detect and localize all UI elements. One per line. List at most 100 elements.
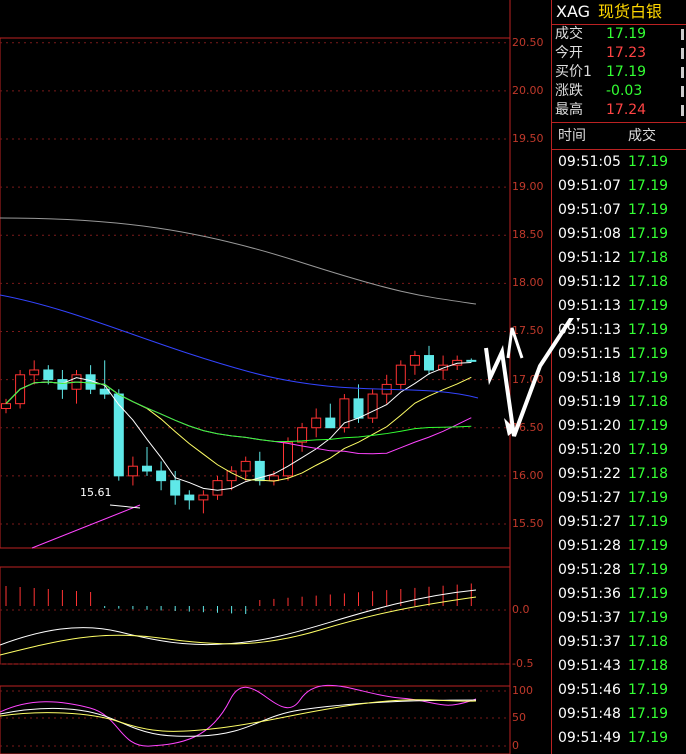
tick-price: 17.18 — [628, 250, 669, 266]
quote-label: 买价1 — [555, 64, 592, 80]
quote-row: 今开 17.23 — [552, 44, 686, 63]
tick-row: 09:51:49 17.19 — [552, 726, 686, 750]
symbol-title[interactable]: XAG 现货白银 — [552, 0, 686, 25]
kdj-tick-label: 0 — [512, 739, 519, 752]
ticks-header-time: 时间 — [558, 128, 586, 144]
candle-up — [198, 494, 209, 501]
tick-price: 17.19 — [628, 418, 669, 434]
tick-price: 17.19 — [628, 226, 669, 242]
candle-up — [29, 369, 40, 376]
tick-price: 17.19 — [628, 610, 669, 626]
tick-row: 09:51:28 17.19 — [552, 534, 686, 558]
candle-up — [1, 403, 11, 409]
tick-time: 09:51:12 — [558, 274, 621, 290]
tick-price: 17.19 — [628, 202, 669, 218]
quote-label: 最高 — [555, 102, 583, 118]
tick-price: 17.19 — [628, 154, 669, 170]
truncated-column-marker — [681, 67, 684, 78]
price-tick-label: 16.00 — [512, 468, 544, 482]
macd-tick-label: -0.5 — [512, 657, 534, 670]
tick-row: 09:51:07 17.19 — [552, 198, 686, 222]
tick-time: 09:51:05 — [558, 154, 621, 170]
ticks-header: 时间 成交 — [552, 122, 686, 150]
price-tick-label: 19.50 — [512, 132, 544, 146]
candle-down — [325, 417, 336, 429]
candle-down — [424, 355, 434, 371]
tick-row: 09:51:37 17.19 — [552, 606, 686, 630]
tick-price: 17.18 — [628, 274, 669, 290]
quote-row: 成交 17.19 — [552, 25, 686, 44]
tick-row: 09:51:28 17.19 — [552, 558, 686, 582]
tick-time: 09:51:27 — [558, 490, 621, 506]
ma10-line — [5, 376, 472, 482]
tick-row: 09:51:22 17.18 — [552, 462, 686, 486]
tick-time: 09:51:07 — [558, 178, 621, 194]
tick-row: 09:51:12 17.18 — [552, 270, 686, 294]
tick-time: 09:51:12 — [558, 250, 621, 266]
ma120-line — [0, 217, 477, 305]
tick-row: 09:51:48 17.19 — [552, 702, 686, 726]
candle-down — [353, 398, 364, 419]
tick-time: 09:51:43 — [558, 658, 621, 674]
truncated-column-marker — [681, 48, 684, 59]
tick-price: 17.19 — [628, 562, 669, 578]
ticks-list[interactable]: 09:51:05 17.19 09:51:07 17.19 09:51:07 17.19 0… — [552, 150, 686, 750]
tick-price: 17.19 — [628, 538, 669, 554]
tick-time: 09:51:08 — [558, 226, 621, 242]
quote-value: 17.19 — [606, 26, 647, 42]
tick-price: 17.19 — [628, 490, 669, 506]
candle-down — [57, 379, 68, 390]
quote-label: 涨跌 — [555, 83, 583, 99]
candle-up — [268, 475, 279, 482]
tick-time: 09:51:07 — [558, 202, 621, 218]
quote-value: 17.19 — [606, 64, 647, 80]
tick-price: 17.18 — [628, 658, 669, 674]
candle-down — [156, 470, 167, 482]
quote-row: 涨跌 -0.03 — [552, 82, 686, 101]
tick-time: 09:51:27 — [558, 514, 621, 530]
tick-row: 09:51:07 17.19 — [552, 174, 686, 198]
kdj-frame — [0, 685, 511, 754]
quote-label: 今开 — [555, 45, 583, 61]
tick-row: 09:51:08 17.19 — [552, 222, 686, 246]
kline-svg[interactable] — [0, 0, 551, 754]
tick-time: 09:51:46 — [558, 682, 621, 698]
tick-time: 09:51:20 — [558, 442, 621, 458]
candle-up — [297, 427, 308, 443]
macd-dif-line — [0, 589, 477, 646]
quote-label: 成交 — [555, 26, 583, 42]
ticks-header-price: 成交 — [628, 128, 656, 144]
truncated-column-marker — [681, 86, 684, 97]
quote-value: 17.23 — [606, 45, 647, 61]
tick-price: 17.19 — [628, 322, 669, 338]
price-tick-label: 20.50 — [512, 35, 544, 49]
tick-time: 09:51:36 — [558, 586, 621, 602]
tick-price: 17.19 — [628, 586, 669, 602]
tick-row: 09:51:05 17.19 — [552, 150, 686, 174]
macd-dea-line — [0, 596, 477, 656]
quote-row: 最高 17.24 — [552, 101, 686, 120]
tick-time: 09:51:49 — [558, 730, 621, 746]
quote-value: 17.24 — [606, 102, 647, 118]
macd-frame — [0, 566, 511, 665]
low-price-label: 15.61 — [80, 486, 112, 499]
tick-row: 09:51:13 17.19 — [552, 294, 686, 318]
candle-down — [170, 480, 181, 496]
kline-chart[interactable]: 20.50 20.00 19.50 19.00 18.50 18.00 17.50 17.00… — [0, 0, 551, 754]
candle-down — [142, 465, 152, 472]
trend-line — [31, 504, 141, 549]
tick-row: 09:51:12 17.18 — [552, 246, 686, 270]
candle-down — [466, 359, 477, 362]
price-tick-label: 20.00 — [512, 83, 544, 97]
quote-row: 买价1 17.19 — [552, 63, 686, 82]
tick-price: 17.19 — [628, 514, 669, 530]
tick-price: 17.19 — [628, 730, 669, 746]
candle-down — [113, 393, 124, 477]
price-tick-label: 15.50 — [512, 516, 544, 530]
symbol-name: 现货白银 — [598, 2, 663, 21]
ma20-line — [5, 381, 472, 455]
candle-down — [43, 369, 54, 381]
candle-up — [240, 460, 251, 472]
kdj-d-line — [0, 699, 477, 732]
candle-up — [283, 441, 293, 477]
